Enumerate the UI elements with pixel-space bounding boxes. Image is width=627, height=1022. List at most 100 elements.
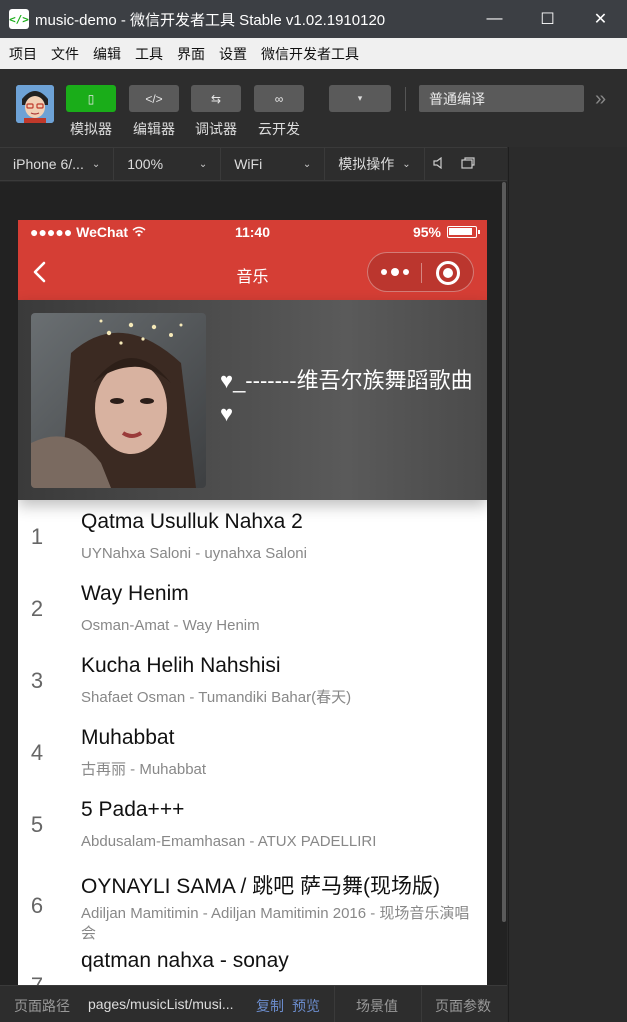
song-index: 4 (30, 740, 44, 765)
menu-tools[interactable]: 工具 (128, 44, 170, 64)
device-label: iPhone 6/... (13, 156, 84, 172)
expand-more-icon[interactable]: » (595, 88, 606, 111)
maximize-button[interactable]: ☐ (521, 0, 574, 38)
playlist-cover-image (31, 313, 206, 488)
phone-icon[interactable]: ▯ (66, 85, 116, 112)
zoom-label: 100% (127, 156, 164, 172)
page-params-button[interactable]: 页面参数 (435, 996, 491, 1016)
compile-mode-select[interactable]: 普通编译 (419, 85, 584, 112)
simulator-options-bar: iPhone 6/... ⌄ 100% ⌄ WiFi ⌄ 模拟操作 ⌄ (0, 147, 507, 181)
menu-file[interactable]: 文件 (44, 44, 86, 64)
song-index: 1 (30, 524, 44, 549)
menu-settings[interactable]: 设置 (212, 44, 254, 64)
menu-bar: 项目 文件 编辑 工具 界面 设置 微信开发者工具 (0, 38, 627, 69)
cloud-tool[interactable]: ∞ 云开发 (253, 85, 305, 139)
editor-label: 编辑器 (133, 121, 175, 137)
mode-dropdown-button[interactable]: ▾ (329, 85, 391, 112)
debugger-tool[interactable]: ⇆ 调试器 (190, 85, 242, 139)
battery-icon (447, 226, 480, 238)
editor-tool[interactable]: </> 编辑器 (128, 85, 180, 139)
song-index: 2 (30, 596, 44, 621)
toolbar-divider (405, 87, 406, 111)
song-artist: Adiljan Mamitimin - Adiljan Mamitimin 20… (81, 905, 470, 942)
menu-edit[interactable]: 编辑 (86, 44, 128, 64)
page-info-bar: 页面路径 pages/musicList/musi... 复制 预览 场景值 页… (0, 985, 507, 1022)
bottom-divider (421, 986, 422, 1022)
song-list: 1 Qatma Usulluk Nahxa 2 UYNahxa Saloni -… (18, 500, 487, 985)
song-artist: Abdusalam-Emamhasan - ATUX PADELLIRI (81, 833, 377, 850)
song-name: OYNAYLI SAMA / 跳吧 萨马舞(现场版) (81, 875, 440, 898)
chevron-down-icon: ⌄ (91, 158, 101, 170)
preview-link[interactable]: 预览 (292, 996, 320, 1016)
editor-pane (508, 147, 627, 1022)
simulate-operation-select[interactable]: 模拟操作 ⌄ (325, 147, 425, 181)
song-name: Kucha Helih Nahshisi (81, 654, 281, 677)
device-select[interactable]: iPhone 6/... ⌄ (0, 147, 115, 181)
phone-status-bar: ●●●●● WeChat 11:40 95% (18, 220, 487, 244)
song-index: 5 (30, 812, 44, 837)
song-artist: Shafaet Osman - Tumandiki Bahar(春天) (81, 689, 352, 706)
song-index: 6 (30, 893, 44, 918)
song-name: Way Henim (81, 582, 189, 605)
song-row[interactable]: 3 Kucha Helih Nahshisi Shafaet Osman - T… (18, 644, 487, 716)
window-controls: — ☐ ✕ (468, 0, 627, 38)
song-row[interactable]: 1 Qatma Usulluk Nahxa 2 UYNahxa Saloni -… (18, 500, 487, 572)
song-row[interactable]: 4 Muhabbat 古再丽 - Muhabbat (18, 716, 487, 788)
song-row[interactable]: 2 Way Henim Osman-Amat - Way Henim (18, 572, 487, 644)
chevron-down-icon: ⌄ (402, 158, 411, 170)
network-label: WiFi (234, 156, 263, 172)
battery-status: 95% (412, 224, 480, 240)
battery-percent: 95% (412, 224, 441, 240)
cloud-icon[interactable]: ∞ (254, 85, 304, 112)
operation-label: 模拟操作 (338, 156, 395, 172)
debug-icon[interactable]: ⇆ (191, 85, 241, 112)
minimize-button[interactable]: — (468, 0, 521, 38)
capsule-divider (421, 263, 422, 283)
cloud-label: 云开发 (258, 121, 300, 137)
simulator-label: 模拟器 (70, 121, 112, 137)
more-options-icon[interactable] (380, 264, 410, 280)
network-select[interactable]: WiFi ⌄ (221, 147, 326, 181)
menu-project[interactable]: 项目 (2, 44, 44, 64)
chevron-down-icon: ⌄ (198, 158, 208, 170)
menu-view[interactable]: 界面 (170, 44, 212, 64)
phone-screen: ●●●●● WeChat 11:40 95% 音乐 ♥_-------维吾尔族舞… (18, 220, 487, 985)
close-miniprogram-icon[interactable] (436, 261, 460, 285)
page-path-label: 页面路径 (14, 998, 70, 1014)
scene-value-button[interactable]: 场景值 (356, 996, 398, 1016)
simulator-tool[interactable]: ▯ 模拟器 (65, 85, 117, 139)
debugger-label: 调试器 (195, 121, 237, 137)
bottom-divider (334, 986, 335, 1022)
playlist-title: ♥_-------维吾尔族舞蹈歌曲♥ (220, 368, 473, 426)
song-name: 5 Pada+++ (81, 798, 185, 821)
menu-devtools[interactable]: 微信开发者工具 (254, 44, 366, 64)
code-icon[interactable]: </> (129, 85, 179, 112)
song-artist: 古再丽 - Muhabbat (81, 761, 207, 778)
song-row[interactable]: 5 5 Pada+++ Abdusalam-Emamhasan - ATUX P… (18, 788, 487, 860)
window-title-bar: </> music-demo - 微信开发者工具 Stable v1.02.19… (0, 0, 627, 38)
song-artist: UYNahxa Saloni - uynahxa Saloni (81, 545, 307, 562)
song-name: Qatma Usulluk Nahxa 2 (81, 510, 303, 533)
chevron-down-icon: ⌄ (302, 158, 312, 170)
song-row[interactable]: 7 qatman nahxa - sonay (18, 949, 487, 985)
copy-path-link[interactable]: 复制 (256, 996, 284, 1016)
user-avatar[interactable] (16, 85, 54, 123)
app-logo-icon: </> (9, 9, 29, 29)
song-name: Muhabbat (81, 726, 175, 749)
volume-icon[interactable] (425, 156, 453, 172)
window-mode-icon[interactable] (453, 156, 483, 172)
window-title: music-demo - 微信开发者工具 Stable v1.02.191012… (35, 11, 386, 29)
song-index: 7 (18, 973, 56, 985)
playlist-header: ♥_-------维吾尔族舞蹈歌曲♥ (18, 300, 487, 500)
miniprogram-capsule (367, 252, 474, 292)
simulator-scrollbar[interactable] (502, 182, 506, 922)
main-toolbar: ▯ 模拟器 </> 编辑器 ⇆ 调试器 ∞ 云开发 ▾ 普通编译 » (0, 69, 627, 147)
song-artist: Osman-Amat - Way Henim (81, 617, 260, 634)
song-name: qatman nahxa - sonay (81, 949, 289, 972)
page-path-value: pages/musicList/musi... (88, 996, 234, 1012)
close-button[interactable]: ✕ (574, 0, 627, 38)
song-row[interactable]: 6 OYNAYLI SAMA / 跳吧 萨马舞(现场版) Adiljan Mam… (18, 860, 487, 949)
song-index: 3 (30, 668, 44, 693)
zoom-select[interactable]: 100% ⌄ (114, 147, 222, 181)
phone-nav-bar: 音乐 (18, 244, 487, 300)
